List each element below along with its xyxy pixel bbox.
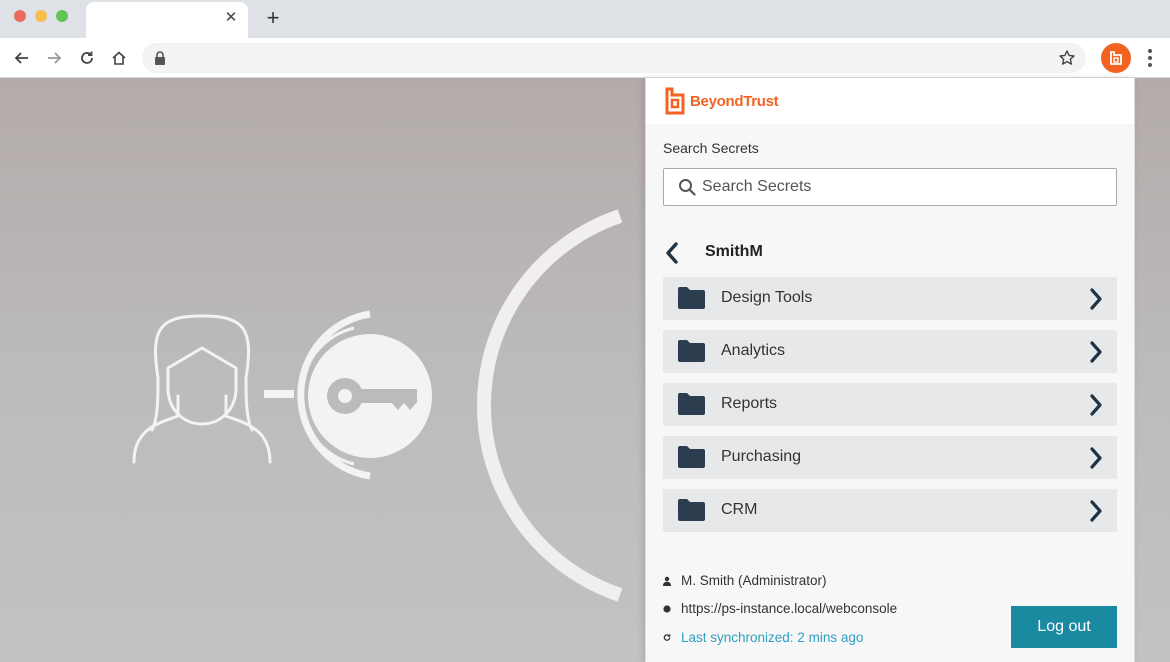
window-minimize-button[interactable] [35,10,47,22]
folder-label: Analytics [721,342,786,359]
forward-arrow-icon[interactable] [42,46,66,70]
folder-item-design-tools[interactable]: Design Tools [663,277,1117,320]
sync-icon [663,633,671,643]
current-folder-title: SmithM [705,243,763,260]
last-sync-text: Last synchronized: 2 mins ago [681,630,864,645]
search-box[interactable] [663,168,1117,206]
lock-icon [154,51,166,65]
browser-toolbar [0,38,1170,78]
home-icon[interactable] [107,46,131,70]
bookmark-star-icon[interactable] [1058,49,1076,67]
beyondtrust-logo-icon [664,87,686,115]
folder-label: CRM [721,501,758,518]
close-tab-icon[interactable]: ✕ [222,9,240,27]
brand-name: BeyondTrust [690,93,779,110]
chevron-right-icon [1089,447,1103,469]
window-close-button[interactable] [14,10,26,22]
instance-info: https://ps-instance.local/webconsole [663,601,897,616]
window-maximize-button[interactable] [56,10,68,22]
folder-item-analytics[interactable]: Analytics [663,330,1117,373]
chevron-right-icon [1089,341,1103,363]
chevron-right-icon [1089,394,1103,416]
folder-label: Reports [721,395,778,412]
beyondtrust-extension-popup: BeyondTrust Search Secrets SmithM Design… [645,78,1135,662]
beyondtrust-extension-icon[interactable] [1101,43,1131,73]
user-name: M. Smith (Administrator) [681,573,827,588]
globe-icon [663,604,671,614]
folder-icon [678,499,705,521]
address-bar[interactable] [142,43,1086,73]
folder-icon [678,393,705,415]
sync-info[interactable]: Last synchronized: 2 mins ago [663,630,863,645]
folder-item-crm[interactable]: CRM [663,489,1117,532]
folder-list: Design Tools Analytics Reports Purchasin… [663,277,1117,542]
logout-button[interactable]: Log out [1011,606,1117,648]
folder-label: Design Tools [721,289,813,306]
identity-key-illustration [132,209,623,602]
back-arrow-icon[interactable] [10,46,34,70]
search-label: Search Secrets [663,140,759,156]
folder-icon [678,340,705,362]
back-chevron-icon[interactable] [662,241,682,265]
folder-label: Purchasing [721,448,802,465]
folder-item-reports[interactable]: Reports [663,383,1117,426]
new-tab-button[interactable]: + [262,6,284,30]
folder-item-purchasing[interactable]: Purchasing [663,436,1117,479]
instance-url: https://ps-instance.local/webconsole [681,601,898,616]
chevron-right-icon [1089,500,1103,522]
browser-tab-strip: ✕ + [0,0,1170,38]
chevron-right-icon [1089,288,1103,310]
user-info: M. Smith (Administrator) [663,573,827,588]
reload-icon[interactable] [75,46,99,70]
browser-menu-icon[interactable] [1140,46,1160,70]
folder-icon [678,287,705,309]
search-input[interactable] [702,173,1102,201]
search-icon [678,178,696,196]
folder-icon [678,446,705,468]
popup-header: BeyondTrust [646,78,1134,124]
user-icon [663,576,671,586]
